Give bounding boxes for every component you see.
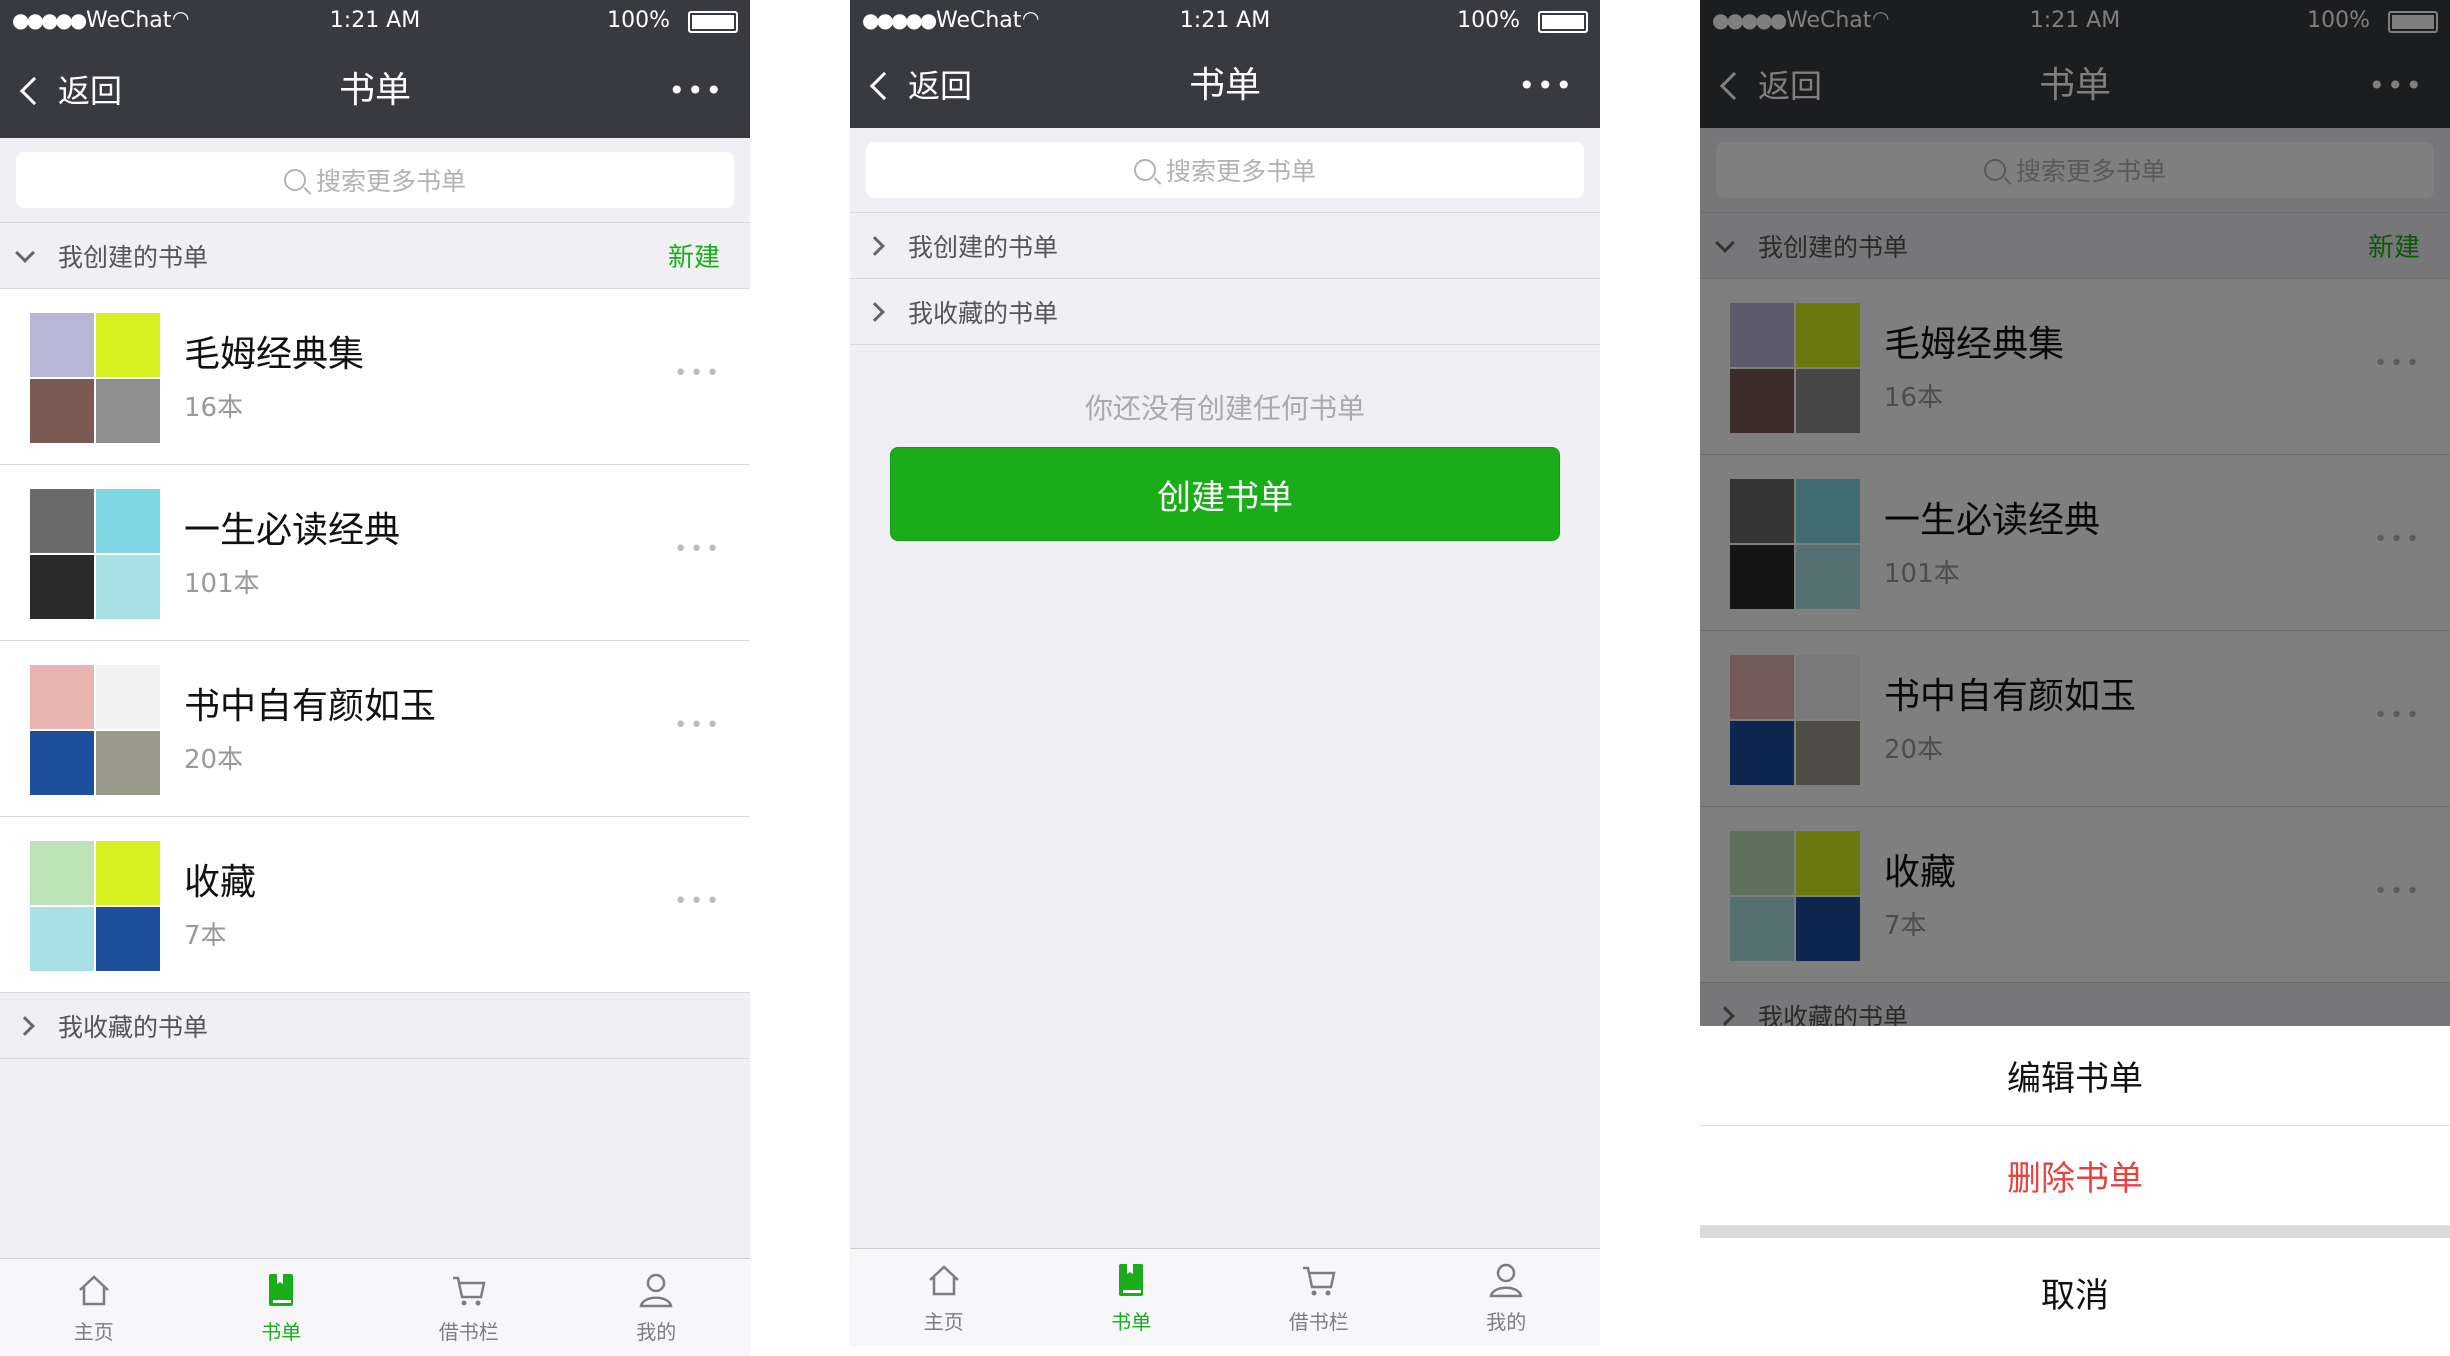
search-icon [1133, 159, 1156, 181]
cancel-button[interactable]: 取消 [1700, 1238, 2450, 1346]
action-sheet: 编辑书单 删除书单 取消 [1700, 1026, 2450, 1346]
cart-icon [452, 1276, 486, 1306]
tab-bar: 主页 书单 借书栏 我的 [850, 1248, 1600, 1346]
search-bar: 搜索更多书单 [850, 128, 1600, 213]
tab-booklists[interactable]: 书单 [1038, 1249, 1226, 1346]
battery-icon [688, 11, 738, 33]
tab-home[interactable]: 主页 [0, 1259, 188, 1356]
edit-booklist-button[interactable]: 编辑书单 [1700, 1026, 2450, 1126]
nav-bar: 返回 书单 ••• [0, 44, 750, 138]
search-input[interactable]: 搜索更多书单 [16, 152, 734, 208]
list-name: 一生必读经典 [184, 510, 401, 551]
list-name: 书中自有颜如玉 [184, 686, 437, 727]
section-created-label: 我创建的书单 [58, 242, 209, 272]
search-input[interactable]: 搜索更多书单 [866, 142, 1584, 198]
home-icon [78, 1275, 109, 1306]
tab-label: 我的 [1486, 1310, 1527, 1334]
search-icon [283, 169, 306, 191]
screen-empty-booklists: ●●●●● WeChat ◠ 1:21 AM 100% 返回 书单 ••• 搜索… [850, 0, 1600, 1346]
search-placeholder: 搜索更多书单 [315, 167, 466, 196]
chevron-right-icon [865, 235, 885, 256]
tab-home[interactable]: 主页 [850, 1249, 1038, 1346]
tab-booklists[interactable]: 书单 [188, 1259, 376, 1356]
list-item[interactable]: 书中自有颜如玉 20本 ••• [0, 641, 750, 817]
list-name: 收藏 [184, 862, 257, 903]
page-title: 书单 [1188, 65, 1261, 106]
section-collected-label: 我收藏的书单 [908, 298, 1059, 328]
tab-label: 书单 [1111, 1310, 1152, 1334]
section-collected-label: 我收藏的书单 [58, 1012, 209, 1042]
list-item[interactable]: 收藏 7本 ••• [0, 817, 750, 993]
battery-icon [1538, 11, 1588, 33]
create-booklist-button[interactable]: 创建书单 [890, 447, 1560, 541]
empty-message: 你还没有创建任何书单 [1084, 392, 1365, 425]
battery-label: 100% [607, 8, 670, 33]
tab-label: 主页 [923, 1310, 964, 1334]
tab-label: 书单 [261, 1320, 302, 1344]
more-icon[interactable]: ••• [674, 713, 722, 738]
list-count: 16本 [184, 393, 244, 423]
tab-bar: 主页 书单 借书栏 我的 [0, 1258, 750, 1356]
person-icon [639, 1273, 673, 1308]
cover-collage [30, 665, 160, 795]
tab-cart[interactable]: 借书栏 [375, 1259, 563, 1356]
section-created-header[interactable]: 我创建的书单 新建 [0, 223, 750, 289]
cover-collage [30, 313, 160, 443]
tab-label: 借书栏 [438, 1320, 499, 1344]
list-name: 毛姆经典集 [184, 334, 365, 375]
more-icon[interactable]: ••• [674, 361, 722, 386]
page-title: 书单 [338, 70, 411, 111]
more-icon[interactable]: ••• [674, 537, 722, 562]
battery-label: 100% [1457, 8, 1520, 33]
screen-actionsheet: ●●●●● WeChat ◠ 1:21 AM 100% 返回 书单 ••• 搜索… [1700, 0, 2450, 1346]
section-created-label: 我创建的书单 [908, 232, 1059, 262]
tab-profile[interactable]: 我的 [1413, 1249, 1601, 1346]
chevron-down-icon [15, 242, 35, 263]
list-item[interactable]: 一生必读经典 101本 ••• [0, 465, 750, 641]
more-button[interactable]: ••• [668, 44, 724, 138]
list-count: 7本 [184, 921, 227, 951]
tab-label: 借书栏 [1288, 1310, 1349, 1334]
cover-collage [30, 489, 160, 619]
tab-profile[interactable]: 我的 [563, 1259, 751, 1356]
home-icon [928, 1265, 959, 1296]
nav-bar: 返回 书单 ••• [850, 44, 1600, 128]
tab-label: 主页 [73, 1320, 114, 1344]
cover-collage [30, 841, 160, 971]
status-bar: ●●●●● WeChat ◠ 1:21 AM 100% [0, 0, 750, 44]
section-collected-header[interactable]: 我收藏的书单 [850, 279, 1600, 345]
tab-label: 我的 [636, 1320, 677, 1344]
more-icon[interactable]: ••• [674, 889, 722, 914]
chevron-right-icon [15, 1015, 35, 1036]
new-button[interactable]: 新建 [668, 237, 720, 274]
search-bar: 搜索更多书单 [0, 138, 750, 223]
book-icon [1119, 1264, 1144, 1296]
section-created-header[interactable]: 我创建的书单 [850, 213, 1600, 279]
list-count: 101本 [184, 569, 260, 599]
screen-booklists: ●●●●● WeChat ◠ 1:21 AM 100% 返回 书单 ••• 搜索… [0, 0, 750, 1356]
sheet-divider [1700, 1226, 2450, 1238]
book-icon [269, 1274, 294, 1306]
person-icon [1489, 1263, 1523, 1298]
cart-icon [1302, 1266, 1336, 1296]
section-collected-header[interactable]: 我收藏的书单 [0, 993, 750, 1059]
more-button[interactable]: ••• [1518, 44, 1574, 128]
chevron-right-icon [865, 301, 885, 322]
list-count: 20本 [184, 745, 244, 775]
booklist-list: 毛姆经典集 16本 ••• 一生必读经典 101本 ••• 书中自有颜如玉 20… [0, 289, 750, 993]
tab-cart[interactable]: 借书栏 [1225, 1249, 1413, 1346]
status-bar: ●●●●● WeChat ◠ 1:21 AM 100% [850, 0, 1600, 44]
list-item[interactable]: 毛姆经典集 16本 ••• [0, 289, 750, 465]
search-placeholder: 搜索更多书单 [1165, 157, 1316, 186]
delete-booklist-button[interactable]: 删除书单 [1700, 1126, 2450, 1226]
